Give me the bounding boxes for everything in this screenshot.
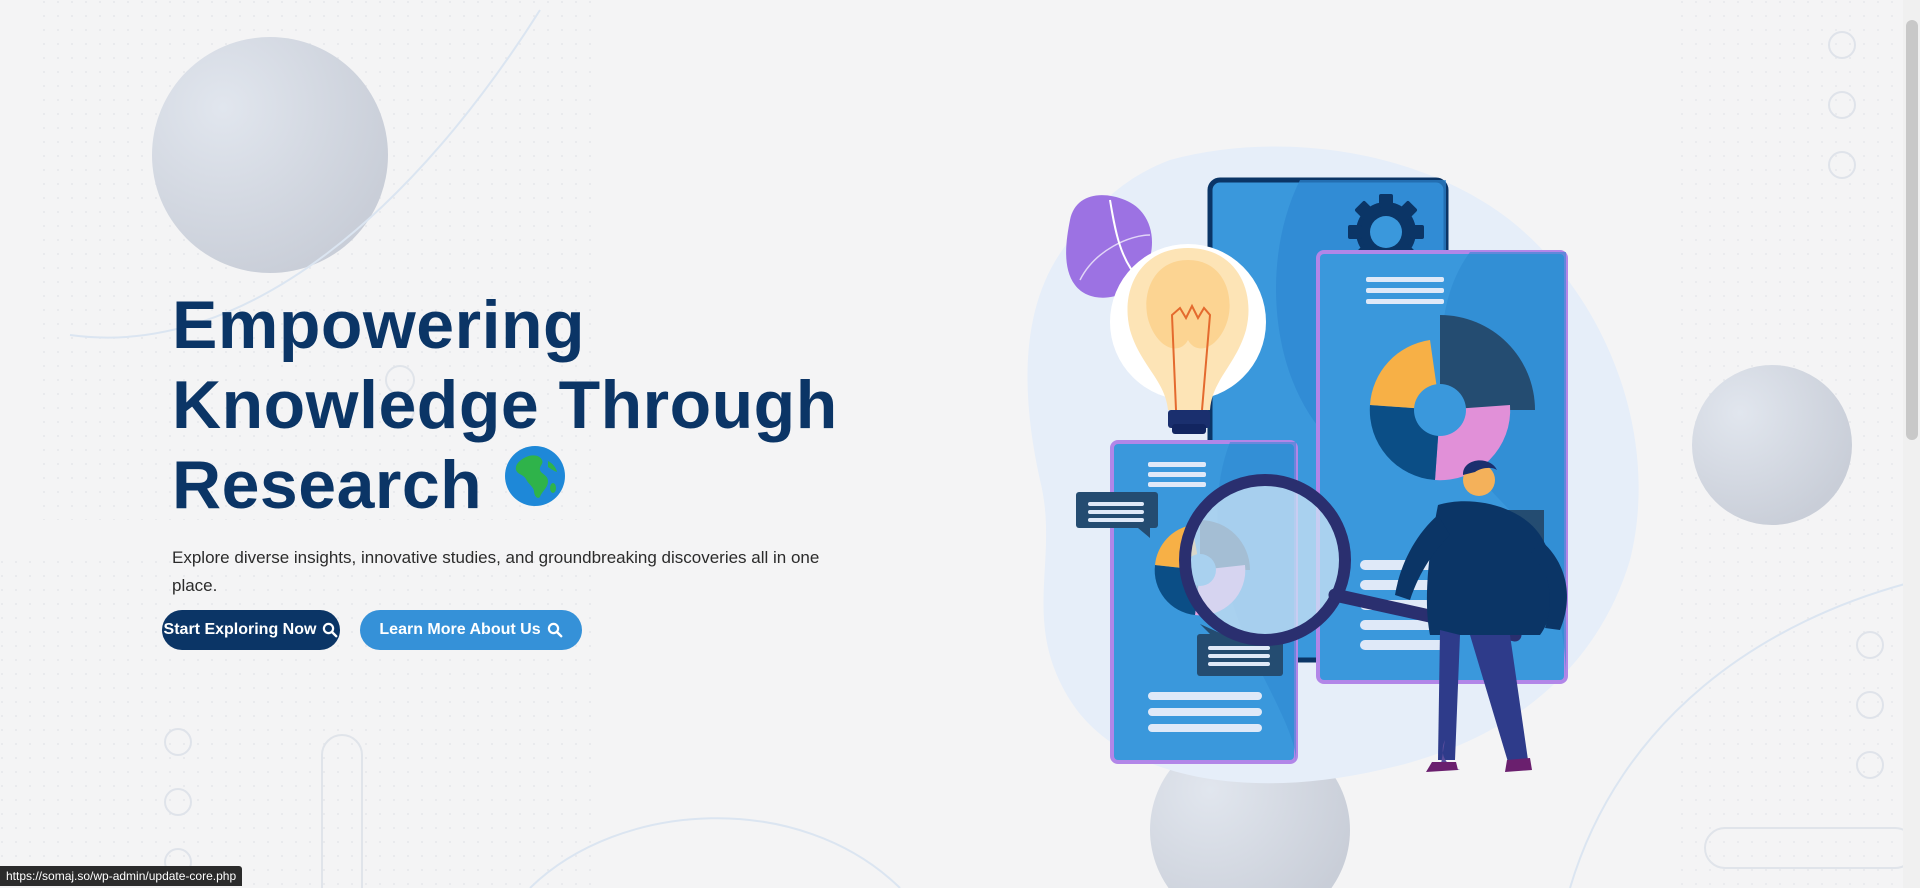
page-scrollbar[interactable] bbox=[1903, 0, 1920, 888]
research-illustration bbox=[1027, 146, 1639, 784]
decor-circle-right bbox=[1692, 365, 1852, 525]
search-icon bbox=[322, 622, 338, 638]
decor-circle-top-left bbox=[152, 37, 388, 273]
headline-line-3: Research bbox=[172, 445, 872, 530]
start-exploring-label: Start Exploring Now bbox=[163, 621, 317, 638]
learn-more-button[interactable]: Learn More About Us bbox=[360, 610, 582, 650]
hero-buttons: Start Exploring Now Learn More About Us bbox=[162, 610, 582, 650]
headline-line-1: Empowering bbox=[172, 287, 586, 363]
learn-more-label: Learn More About Us bbox=[379, 621, 541, 638]
headline-line-3-text: Research bbox=[172, 447, 483, 523]
hero-headline: Empowering Knowledge Through Research bbox=[172, 285, 872, 530]
start-exploring-button[interactable]: Start Exploring Now bbox=[162, 610, 340, 650]
headline-line-2: Knowledge Through bbox=[172, 367, 838, 443]
hero-subtitle: Explore diverse insights, innovative stu… bbox=[172, 548, 820, 596]
hero-section: Empowering Knowledge Through Research Ex… bbox=[172, 285, 872, 600]
search-icon bbox=[547, 622, 563, 638]
scrollbar-thumb[interactable] bbox=[1906, 20, 1918, 440]
status-bar-url: https://somaj.so/wp-admin/update-core.ph… bbox=[0, 866, 243, 886]
globe-africa-icon bbox=[504, 444, 566, 524]
